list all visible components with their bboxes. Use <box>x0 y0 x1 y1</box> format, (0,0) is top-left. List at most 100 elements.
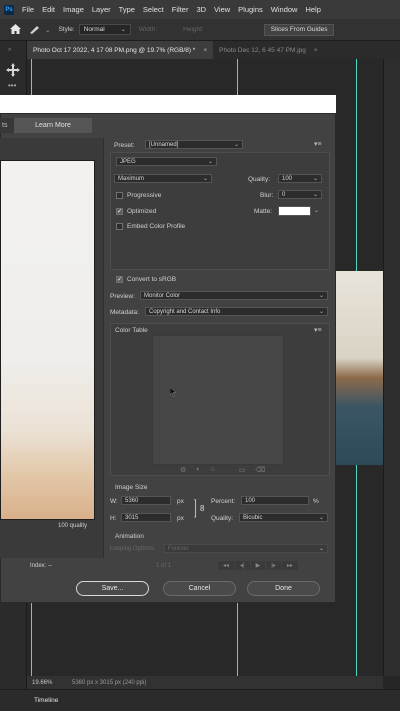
zoom-level[interactable]: 19.66% <box>32 680 72 686</box>
height-label: H: <box>110 515 117 522</box>
color-table-tools: ⚙ ◐ ⌂ ▭ ⌫ <box>180 466 265 474</box>
done-button[interactable]: Done <box>247 581 320 596</box>
web-shift-icon[interactable]: ◐ <box>196 466 200 474</box>
compression-select[interactable]: Maximum ⌄ <box>114 174 212 183</box>
resample-quality-select[interactable]: Bicubic ⌄ <box>239 513 328 522</box>
progressive-checkbox[interactable] <box>116 192 123 199</box>
percent-label: Percent: <box>211 498 236 505</box>
more-tools-icon[interactable]: ••• <box>8 81 16 90</box>
menu-bar: Ps File Edit Image Layer Type Select Fil… <box>0 0 400 19</box>
dialog-title-bar[interactable] <box>0 95 336 113</box>
height-value: 3015 <box>125 514 139 521</box>
menu-plugins[interactable]: Plugins <box>238 5 263 14</box>
resample-quality-label: Quality: <box>211 515 234 522</box>
chevron-down-icon: ⌄ <box>202 176 208 182</box>
document-dimensions: 5360 px x 3015 px (240 ppi) <box>72 679 147 686</box>
color-table-menu-icon[interactable]: ▾≡ <box>314 326 322 334</box>
save-button[interactable]: Save... <box>76 581 149 596</box>
timeline-tab[interactable]: Timeline <box>34 697 58 704</box>
lock-color-icon[interactable]: ⌂ <box>211 466 215 474</box>
chevron-down-icon: ⌄ <box>318 546 324 552</box>
menu-edit[interactable]: Edit <box>42 5 55 14</box>
frame-count: 1 of 1 <box>156 563 172 569</box>
preset-value: [Unnamed] <box>149 141 179 148</box>
menu-type[interactable]: Type <box>119 5 135 14</box>
style-select[interactable]: Normal ⌄ <box>78 24 131 35</box>
looping-options-label: Looping Options: <box>110 546 156 552</box>
next-frame-icon[interactable]: |▸ <box>266 561 281 570</box>
delete-color-icon[interactable]: ⌫ <box>255 466 265 474</box>
menu-help[interactable]: Help <box>305 5 320 14</box>
index-readout: Index: -- <box>30 563 53 569</box>
blur-label: Blur: <box>260 192 274 199</box>
height-input[interactable]: 3015 <box>121 513 171 522</box>
format-select[interactable]: JPEG ⌄ <box>116 157 217 166</box>
tab-2up[interactable]: ts <box>0 118 14 133</box>
blur-input[interactable]: 0 ⌄ <box>278 190 322 199</box>
matte-label: Matte: <box>254 208 273 215</box>
menu-view[interactable]: View <box>214 5 230 14</box>
tab-photo-oct-17[interactable]: Photo Oct 17 2022, 4 17 08 PM.png @ 19.7… <box>27 41 214 59</box>
map-color-icon[interactable]: ⚙ <box>180 466 186 474</box>
compression-value: Maximum <box>118 175 145 182</box>
right-panel-dock <box>383 59 400 676</box>
height-label: Height: <box>183 26 204 33</box>
cancel-button[interactable]: Cancel <box>163 581 236 596</box>
metadata-select[interactable]: Copyright and Contact Info ⌄ <box>145 307 328 316</box>
convert-srgb-label: Convert to sRGB <box>127 276 177 283</box>
looping-options-select[interactable]: Forever ⌄ <box>164 544 328 553</box>
add-color-icon[interactable]: ▭ <box>239 466 246 474</box>
menu-image[interactable]: Image <box>63 5 84 14</box>
menu-filter[interactable]: Filter <box>172 5 189 14</box>
convert-srgb-checkbox[interactable]: ✓ <box>116 276 123 283</box>
menu-window[interactable]: Window <box>271 5 298 14</box>
animation-label: Animation <box>115 533 144 540</box>
chevron-down-icon: ⌄ <box>207 159 213 165</box>
tab-label: Photo Oct 17 2022, 4 17 08 PM.png @ 19.7… <box>33 46 196 54</box>
last-frame-icon[interactable]: ▸▸ <box>281 561 298 570</box>
embed-color-profile-label: Embed Color Profile <box>127 223 186 230</box>
close-icon[interactable]: × <box>314 47 318 54</box>
chevron-down-icon: ⌄ <box>318 309 324 315</box>
preset-select[interactable]: [Unnamed] ⌄ <box>145 140 243 149</box>
menu-select[interactable]: Select <box>143 5 164 14</box>
first-frame-icon[interactable]: ◂◂ <box>218 561 235 570</box>
preview-select[interactable]: Monitor Color ⌄ <box>140 291 328 300</box>
preset-menu-icon[interactable]: ▾≡ <box>314 140 322 148</box>
menu-3d[interactable]: 3D <box>196 5 206 14</box>
matte-chevron-down-icon[interactable]: ⌄ <box>314 207 319 214</box>
embed-color-profile-checkbox[interactable] <box>116 223 123 230</box>
matte-color-swatch[interactable] <box>278 206 311 216</box>
tool-preset-chevron-icon[interactable]: ⌄ <box>45 26 50 34</box>
home-icon[interactable] <box>10 23 21 36</box>
chevron-down-icon: ⌄ <box>312 192 318 198</box>
slice-tool-icon[interactable] <box>29 24 41 36</box>
move-tool-icon[interactable] <box>6 63 20 82</box>
mouse-pointer-icon <box>169 384 177 402</box>
preview-value: Monitor Color <box>144 292 181 299</box>
chevron-down-icon: ⌄ <box>120 27 126 33</box>
width-input[interactable]: 5360 <box>121 496 171 505</box>
previous-frame-icon[interactable]: ◂| <box>235 561 250 570</box>
quality-input[interactable]: 100 ⌄ <box>278 174 322 183</box>
play-icon[interactable]: ▶ <box>250 561 266 570</box>
learn-more-tab[interactable]: Learn More <box>14 118 92 133</box>
slices-from-guides-button[interactable]: Slices From Guides <box>263 23 335 36</box>
preview-image[interactable] <box>0 160 95 520</box>
width-label: W: <box>110 498 118 505</box>
photoshop-logo-icon: Ps <box>4 4 14 15</box>
percent-sign: % <box>313 498 319 505</box>
tab-photo-dec-12[interactable]: Photo Dec 12, 6 45 47 PM.jpg × <box>213 41 324 59</box>
chain-link-icon[interactable]: 8 <box>200 504 204 513</box>
chevron-down-icon: ⌄ <box>233 142 239 148</box>
menu-file[interactable]: File <box>22 5 34 14</box>
optimized-checkbox[interactable]: ✓ <box>116 208 123 215</box>
panel-collapse-icon[interactable]: » <box>8 47 11 53</box>
status-bar: 19.66% 5360 px x 3015 px (240 ppi) <box>27 676 383 689</box>
close-icon[interactable]: × <box>203 47 207 54</box>
menu-layer[interactable]: Layer <box>92 5 111 14</box>
tab-label: Photo Dec 12, 6 45 47 PM.jpg <box>219 46 306 54</box>
constrain-proportions-link-icon[interactable]: ⌉ ⌋ <box>193 500 197 519</box>
preset-label: Preset: <box>114 142 135 149</box>
percent-input[interactable]: 100 <box>241 496 309 505</box>
